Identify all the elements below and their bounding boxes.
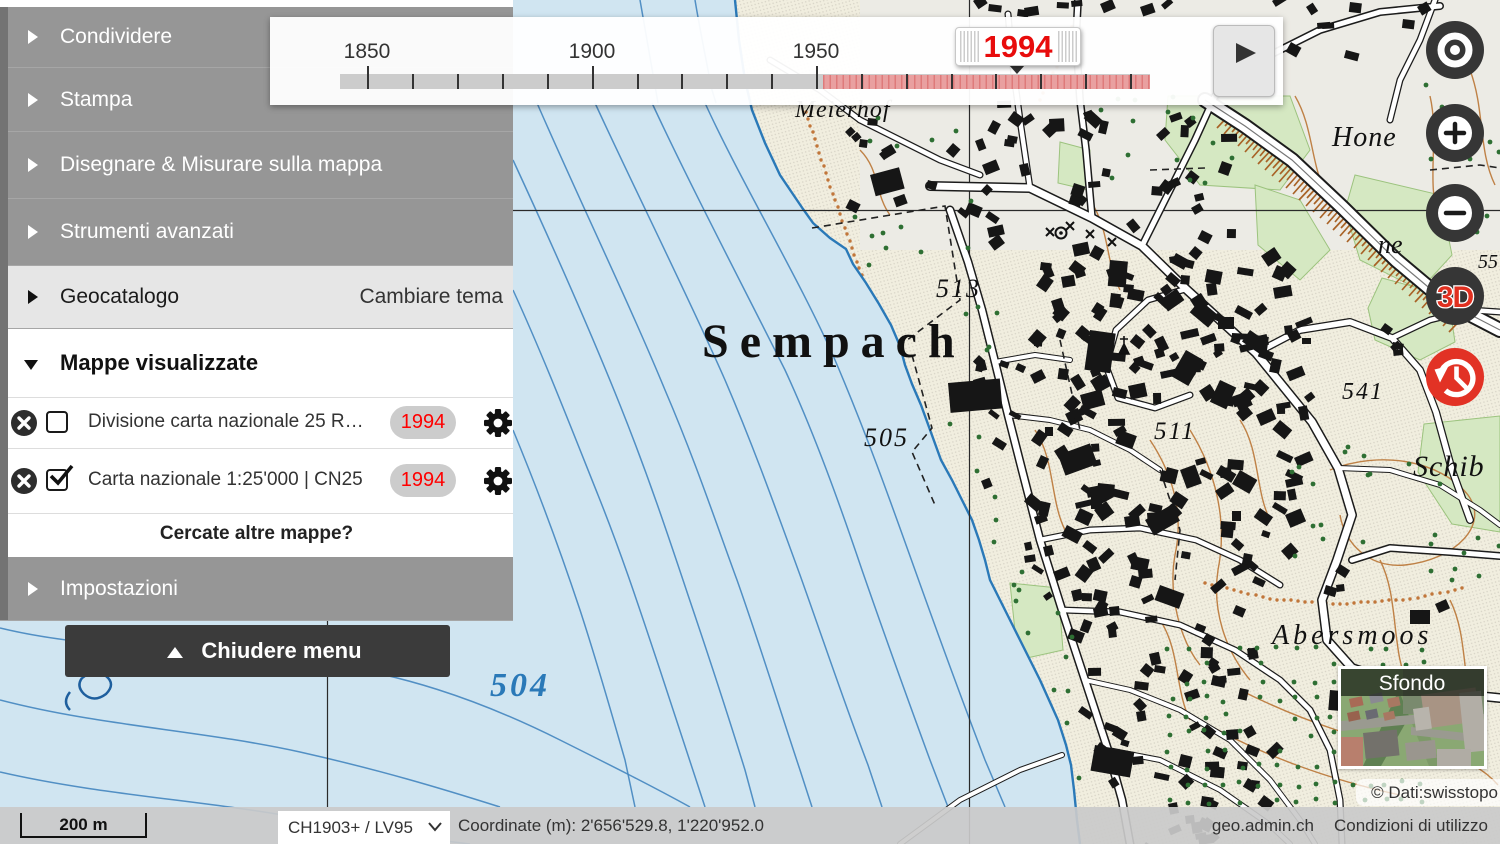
svg-text:3D: 3D bbox=[1437, 281, 1474, 314]
svg-text:Schib: Schib bbox=[1413, 450, 1485, 483]
svg-text:Abersmoos: Abersmoos bbox=[1270, 620, 1432, 651]
svg-text:Sempach: Sempach bbox=[702, 315, 966, 368]
svg-text:Hone: Hone bbox=[1331, 122, 1397, 153]
svg-text:513: 513 bbox=[936, 274, 981, 303]
svg-text:ne: ne bbox=[1378, 230, 1403, 259]
svg-text:541: 541 bbox=[1342, 379, 1384, 405]
svg-text:511: 511 bbox=[1154, 418, 1196, 445]
svg-text:505: 505 bbox=[864, 423, 909, 452]
svg-text:504: 504 bbox=[490, 667, 550, 704]
svg-text:Sfondo: Sfondo bbox=[1379, 672, 1446, 695]
